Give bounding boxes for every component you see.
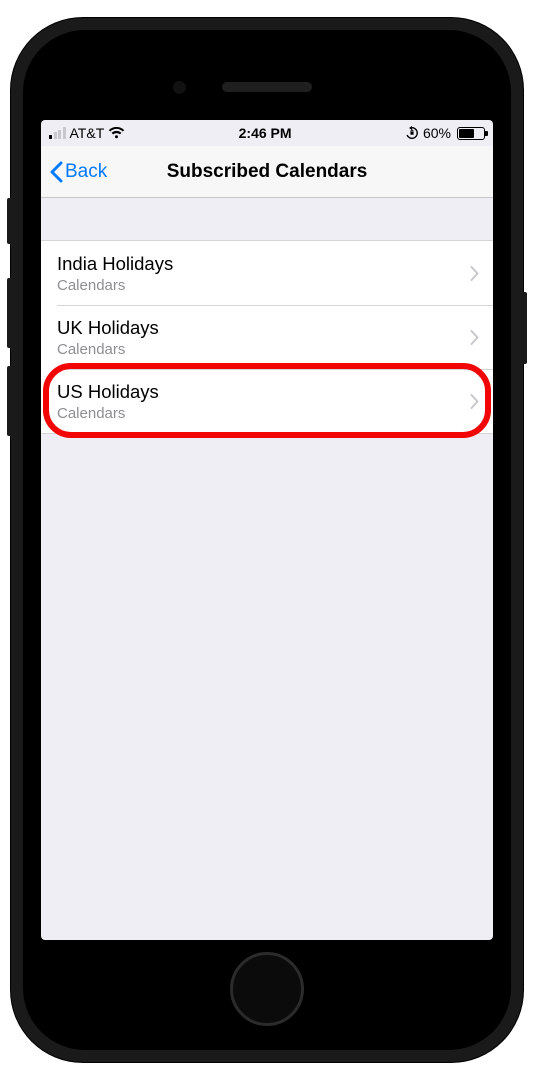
screen: AT&T 2:46 PM 60% (41, 120, 493, 940)
cellular-signal-icon (49, 127, 66, 139)
status-bar: AT&T 2:46 PM 60% (41, 120, 493, 146)
battery-icon (457, 127, 485, 140)
chevron-left-icon (49, 161, 63, 183)
front-camera (173, 81, 186, 94)
navigation-bar: Back Subscribed Calendars (41, 146, 493, 198)
row-title: India Holidays (57, 252, 470, 275)
row-subtitle: Calendars (57, 405, 470, 422)
chevron-right-icon (470, 394, 479, 409)
battery-percent-label: 60% (423, 125, 451, 141)
orientation-lock-icon (405, 126, 419, 140)
back-button[interactable]: Back (49, 161, 107, 183)
calendar-row-us-holidays[interactable]: US Holidays Calendars (41, 369, 493, 433)
volume-down-button (7, 366, 13, 436)
wifi-icon (108, 127, 125, 139)
back-label: Back (65, 161, 107, 183)
page-title: Subscribed Calendars (41, 161, 493, 183)
carrier-label: AT&T (70, 125, 105, 141)
power-button (521, 292, 527, 364)
home-button[interactable] (230, 952, 304, 1026)
chevron-right-icon (470, 266, 479, 281)
volume-up-button (7, 278, 13, 348)
calendar-row-india-holidays[interactable]: India Holidays Calendars (41, 241, 493, 305)
subscribed-calendars-list: India Holidays Calendars UK Holidays Cal… (41, 240, 493, 434)
chevron-right-icon (470, 330, 479, 345)
mute-switch (7, 198, 13, 244)
calendar-row-uk-holidays[interactable]: UK Holidays Calendars (41, 305, 493, 369)
earpiece (222, 82, 312, 92)
row-title: US Holidays (57, 380, 470, 403)
section-spacer (41, 198, 493, 240)
iphone-device-frame: AT&T 2:46 PM 60% (11, 18, 523, 1062)
row-title: UK Holidays (57, 316, 470, 339)
row-subtitle: Calendars (57, 277, 470, 294)
clock: 2:46 PM (239, 125, 292, 141)
row-subtitle: Calendars (57, 341, 470, 358)
